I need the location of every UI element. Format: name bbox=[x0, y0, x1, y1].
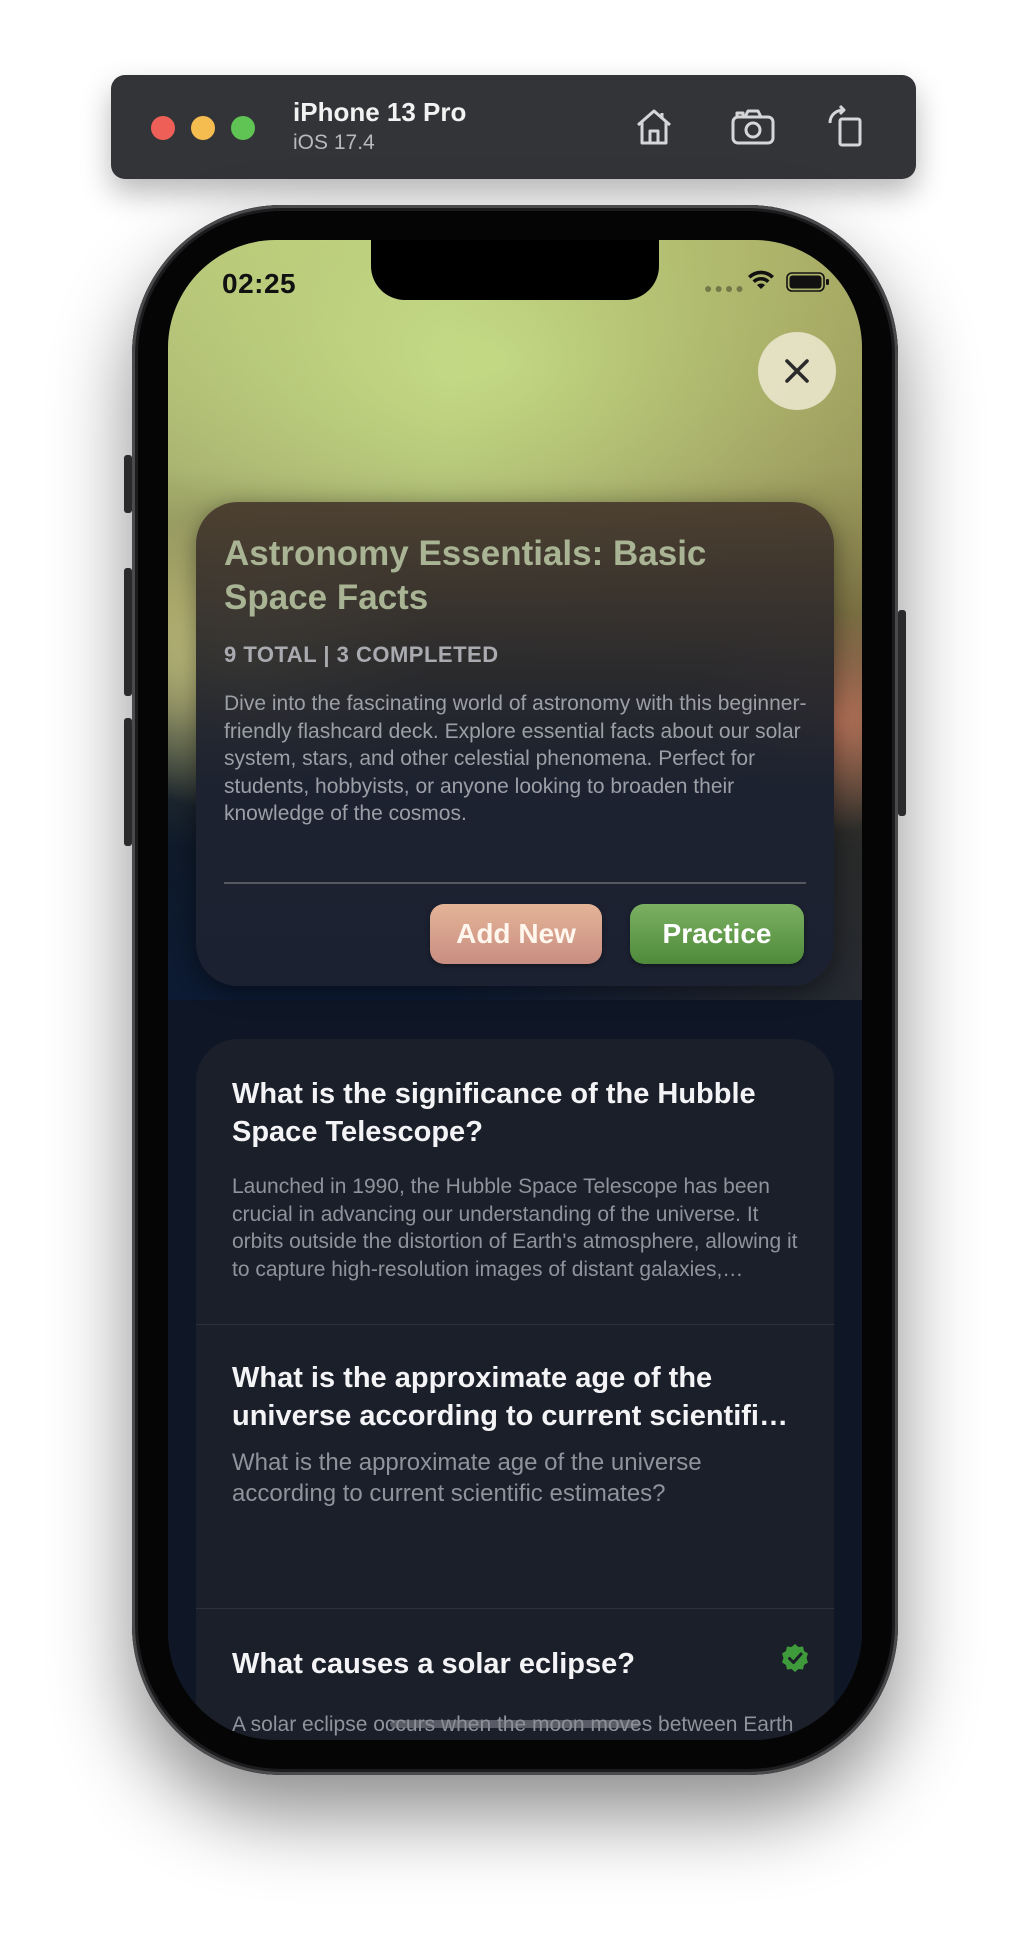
home-icon[interactable] bbox=[630, 103, 678, 151]
simulator-toolbar: iPhone 13 Pro iOS 17.4 bbox=[111, 75, 916, 179]
status-dots-icon: ●●●● bbox=[704, 280, 746, 296]
volume-up-button bbox=[124, 568, 132, 696]
flashcard-question: What is the significance of the Hubble S… bbox=[232, 1078, 756, 1148]
flashcard-item[interactable]: What is the significance of the Hubble S… bbox=[196, 1039, 834, 1324]
close-icon bbox=[785, 359, 809, 383]
status-time: 02:25 bbox=[222, 268, 297, 299]
os-version: iOS 17.4 bbox=[293, 131, 375, 154]
add-new-button[interactable]: Add New bbox=[430, 904, 602, 964]
zoom-window-button[interactable] bbox=[231, 116, 255, 140]
home-indicator bbox=[390, 1720, 640, 1728]
flashcard-question: What causes a solar eclipse? bbox=[232, 1648, 635, 1680]
rotate-icon[interactable] bbox=[822, 103, 870, 151]
flashcard-list: What is the significance of the Hubble S… bbox=[196, 1039, 834, 1740]
deck-title: Astronomy Essentials: Basic Space Facts bbox=[224, 534, 707, 617]
flashcard-item[interactable]: What is the approximate age of the unive… bbox=[196, 1325, 834, 1608]
flashcard-answer: Launched in 1990, the Hubble Space Teles… bbox=[232, 1175, 798, 1281]
battery-icon bbox=[786, 272, 830, 292]
wifi-icon bbox=[746, 268, 776, 292]
notch bbox=[371, 240, 659, 300]
deck-description: Dive into the fascinating world of astro… bbox=[224, 692, 807, 825]
deck-progress-meta: 9 TOTAL | 3 COMPLETED bbox=[224, 642, 499, 667]
close-button[interactable] bbox=[758, 332, 836, 410]
close-window-button[interactable] bbox=[151, 116, 175, 140]
screenshot-camera-icon[interactable] bbox=[729, 103, 777, 151]
practice-button[interactable]: Practice bbox=[630, 904, 804, 964]
volume-down-button bbox=[124, 718, 132, 846]
deck-info-card: Astronomy Essentials: Basic Space Facts … bbox=[196, 502, 834, 986]
divider bbox=[224, 882, 806, 884]
flashcard-answer: What is the approximate age of the unive… bbox=[232, 1449, 702, 1507]
flashcard-question: What is the approximate age of the unive… bbox=[232, 1362, 776, 1432]
device-name: iPhone 13 Pro bbox=[293, 97, 467, 127]
completed-check-icon bbox=[782, 1644, 808, 1672]
power-button bbox=[898, 610, 906, 816]
mute-switch bbox=[124, 455, 132, 513]
phone-screen: 02:25 ●●●● Astronomy Essentials: Basic S… bbox=[168, 240, 862, 1740]
minimize-window-button[interactable] bbox=[191, 116, 215, 140]
